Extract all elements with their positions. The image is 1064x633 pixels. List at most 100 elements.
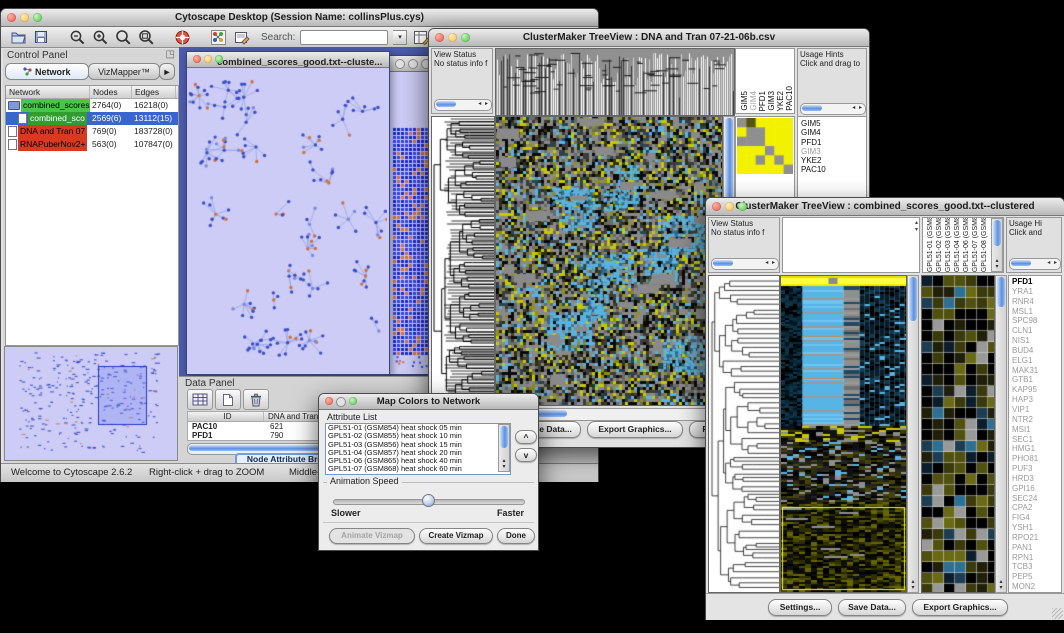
column-label[interactable]: GPL51-03 (GSM856) (944, 217, 953, 272)
minimize-icon[interactable] (20, 13, 29, 22)
gene-label[interactable]: BUD4 (1009, 346, 1061, 356)
heatmap-canvas[interactable] (780, 275, 907, 593)
gene-label[interactable]: HAP3 (1009, 395, 1061, 405)
gene-label[interactable]: GIM5 (798, 119, 866, 128)
gene-label[interactable]: ELG1 (1009, 356, 1061, 366)
column-label[interactable]: GIM3 (767, 91, 776, 111)
gene-label[interactable]: MON2 (1009, 582, 1061, 592)
search-input[interactable] (300, 30, 388, 45)
zoom-heatmap-canvas[interactable] (737, 118, 793, 174)
panel-scrollbar[interactable]: ◂ ▸ (434, 99, 492, 111)
delete-attribute-button[interactable] (243, 389, 269, 410)
close-icon[interactable] (712, 202, 721, 211)
gene-label[interactable]: NTR2 (1009, 415, 1061, 425)
tab--[interactable]: ► (159, 63, 175, 80)
heatmap-canvas[interactable] (495, 116, 723, 406)
minimize-icon[interactable] (408, 59, 418, 69)
gene-label[interactable]: RNR4 (1009, 297, 1061, 307)
minimize-icon[interactable] (725, 202, 734, 211)
zoom-out-button[interactable] (68, 28, 86, 46)
gene-label[interactable]: NIS1 (1009, 336, 1061, 346)
zoom-fit-button[interactable] (137, 28, 155, 46)
gene-label[interactable]: FIG4 (1009, 513, 1061, 523)
column-label[interactable]: PFD1 (758, 91, 767, 111)
main-titlebar[interactable]: Cytoscape Desktop (Session Name: collins… (1, 9, 598, 27)
attribute-select-button[interactable] (187, 389, 213, 410)
zoom-in-button[interactable] (91, 28, 109, 46)
column-label[interactable]: GPL51-06 (GSM865) (962, 217, 971, 272)
gene-label[interactable]: YSH1 (1009, 523, 1061, 533)
gene-label[interactable]: VIP1 (1009, 405, 1061, 415)
window-controls[interactable] (7, 13, 42, 22)
window-controls[interactable] (325, 397, 357, 407)
gene-label[interactable]: KAP95 (1009, 385, 1061, 395)
panel-scrollbar[interactable]: ◂ ▸ (1009, 258, 1061, 270)
column-dendrogram-canvas[interactable] (495, 48, 735, 116)
scroll-arrows[interactable]: ▴▾ (915, 220, 918, 234)
treeview-button[interactable]: Export Graphics... (912, 599, 1008, 616)
network-overview-button[interactable] (209, 28, 227, 46)
network-table-row[interactable]: RNAPuberNov2+563(0)107847(0) (6, 138, 178, 151)
gene-label[interactable]: SEC24 (1009, 494, 1061, 504)
gene-label[interactable]: PAN1 (1009, 543, 1061, 553)
gene-label[interactable]: PFD1 (1009, 277, 1061, 287)
row-dendrogram-canvas[interactable] (708, 275, 780, 593)
search-dropdown-button[interactable]: ▾ (393, 30, 407, 45)
gene-label[interactable]: TCB3 (1009, 562, 1061, 572)
gene-label[interactable]: HMG1 (1009, 444, 1061, 454)
window-controls[interactable] (193, 55, 223, 63)
minimize-icon[interactable] (336, 397, 346, 407)
zoom-window-icon[interactable] (461, 33, 470, 42)
window-controls[interactable] (395, 59, 431, 69)
zoom-vscrollbar[interactable]: ▴▾ (995, 275, 1007, 593)
gene-label[interactable]: MAK31 (1009, 366, 1061, 376)
dialog-button[interactable]: Done (497, 528, 535, 544)
network-canvas[interactable] (187, 68, 387, 373)
dialog-button[interactable]: Create Vizmap (419, 528, 493, 544)
treeview1-titlebar[interactable]: ClusterMaker TreeView : DNA and Tran 07-… (429, 29, 869, 47)
close-icon[interactable] (193, 55, 201, 63)
gene-label[interactable]: PEP5 (1009, 572, 1061, 582)
gene-label[interactable]: PHO81 (1009, 454, 1061, 464)
annotation-button[interactable] (232, 28, 250, 46)
treeview-button[interactable]: Export Graphics... (587, 421, 683, 438)
network-table-row[interactable]: combined_sco2569(6)13112(15) (6, 112, 178, 125)
network-window-1-titlebar[interactable]: combined_scores_good.txt--cluste... (187, 52, 389, 68)
gene-label[interactable]: SEC1 (1009, 435, 1061, 445)
treeview2-titlebar[interactable]: ClusterMaker TreeView : combined_scores_… (706, 198, 1064, 216)
column-label[interactable]: GPL51-08 (GSM872) (980, 217, 989, 272)
close-icon[interactable] (7, 13, 16, 22)
treeview-button[interactable]: Settings... (768, 599, 832, 616)
gene-label[interactable]: MSI1 (1009, 425, 1061, 435)
column-label[interactable]: GIM4 (749, 91, 758, 111)
zoom-window-icon[interactable] (349, 397, 357, 405)
column-header[interactable]: Nodes (90, 86, 132, 98)
network-overview-canvas[interactable] (4, 346, 178, 461)
gene-label[interactable]: MSL1 (1009, 307, 1061, 317)
window-controls[interactable] (712, 202, 747, 211)
network-view-window-1[interactable]: combined_scores_good.txt--cluste... (186, 51, 390, 375)
window-controls[interactable] (435, 33, 470, 42)
network-table-row[interactable]: DNA and Tran 07769(0)183728(0) (6, 125, 178, 138)
zoom-heatmap-canvas[interactable] (921, 275, 995, 593)
gene-label[interactable]: CLN1 (1009, 326, 1061, 336)
zoom-selected-button[interactable] (114, 28, 132, 46)
tab-network[interactable]: Network (5, 63, 89, 80)
column-label[interactable]: YKE2 (776, 91, 785, 111)
column-label[interactable]: GPL51-04 (GSM857) (953, 217, 962, 272)
column-header[interactable]: Network (6, 86, 90, 98)
gene-label[interactable]: PAC10 (798, 165, 866, 174)
column-labels-scrollbar[interactable]: ▴▾ (991, 218, 1003, 272)
zoom-window-icon[interactable] (738, 202, 747, 211)
close-icon[interactable] (435, 33, 444, 42)
close-icon[interactable] (395, 59, 405, 69)
gene-label[interactable]: RPN1 (1009, 553, 1061, 563)
column-header[interactable]: ID (188, 412, 264, 421)
column-label[interactable]: GPL51-02 (GSM855) (935, 217, 944, 272)
gene-label[interactable]: PFD1 (798, 138, 866, 147)
gene-label[interactable]: GIM4 (798, 128, 866, 137)
gene-label[interactable]: SPC98 (1009, 316, 1061, 326)
gene-label[interactable]: GIM3 (798, 147, 866, 156)
gene-label[interactable]: YKE2 (798, 156, 866, 165)
column-header[interactable]: Edges (132, 86, 176, 98)
